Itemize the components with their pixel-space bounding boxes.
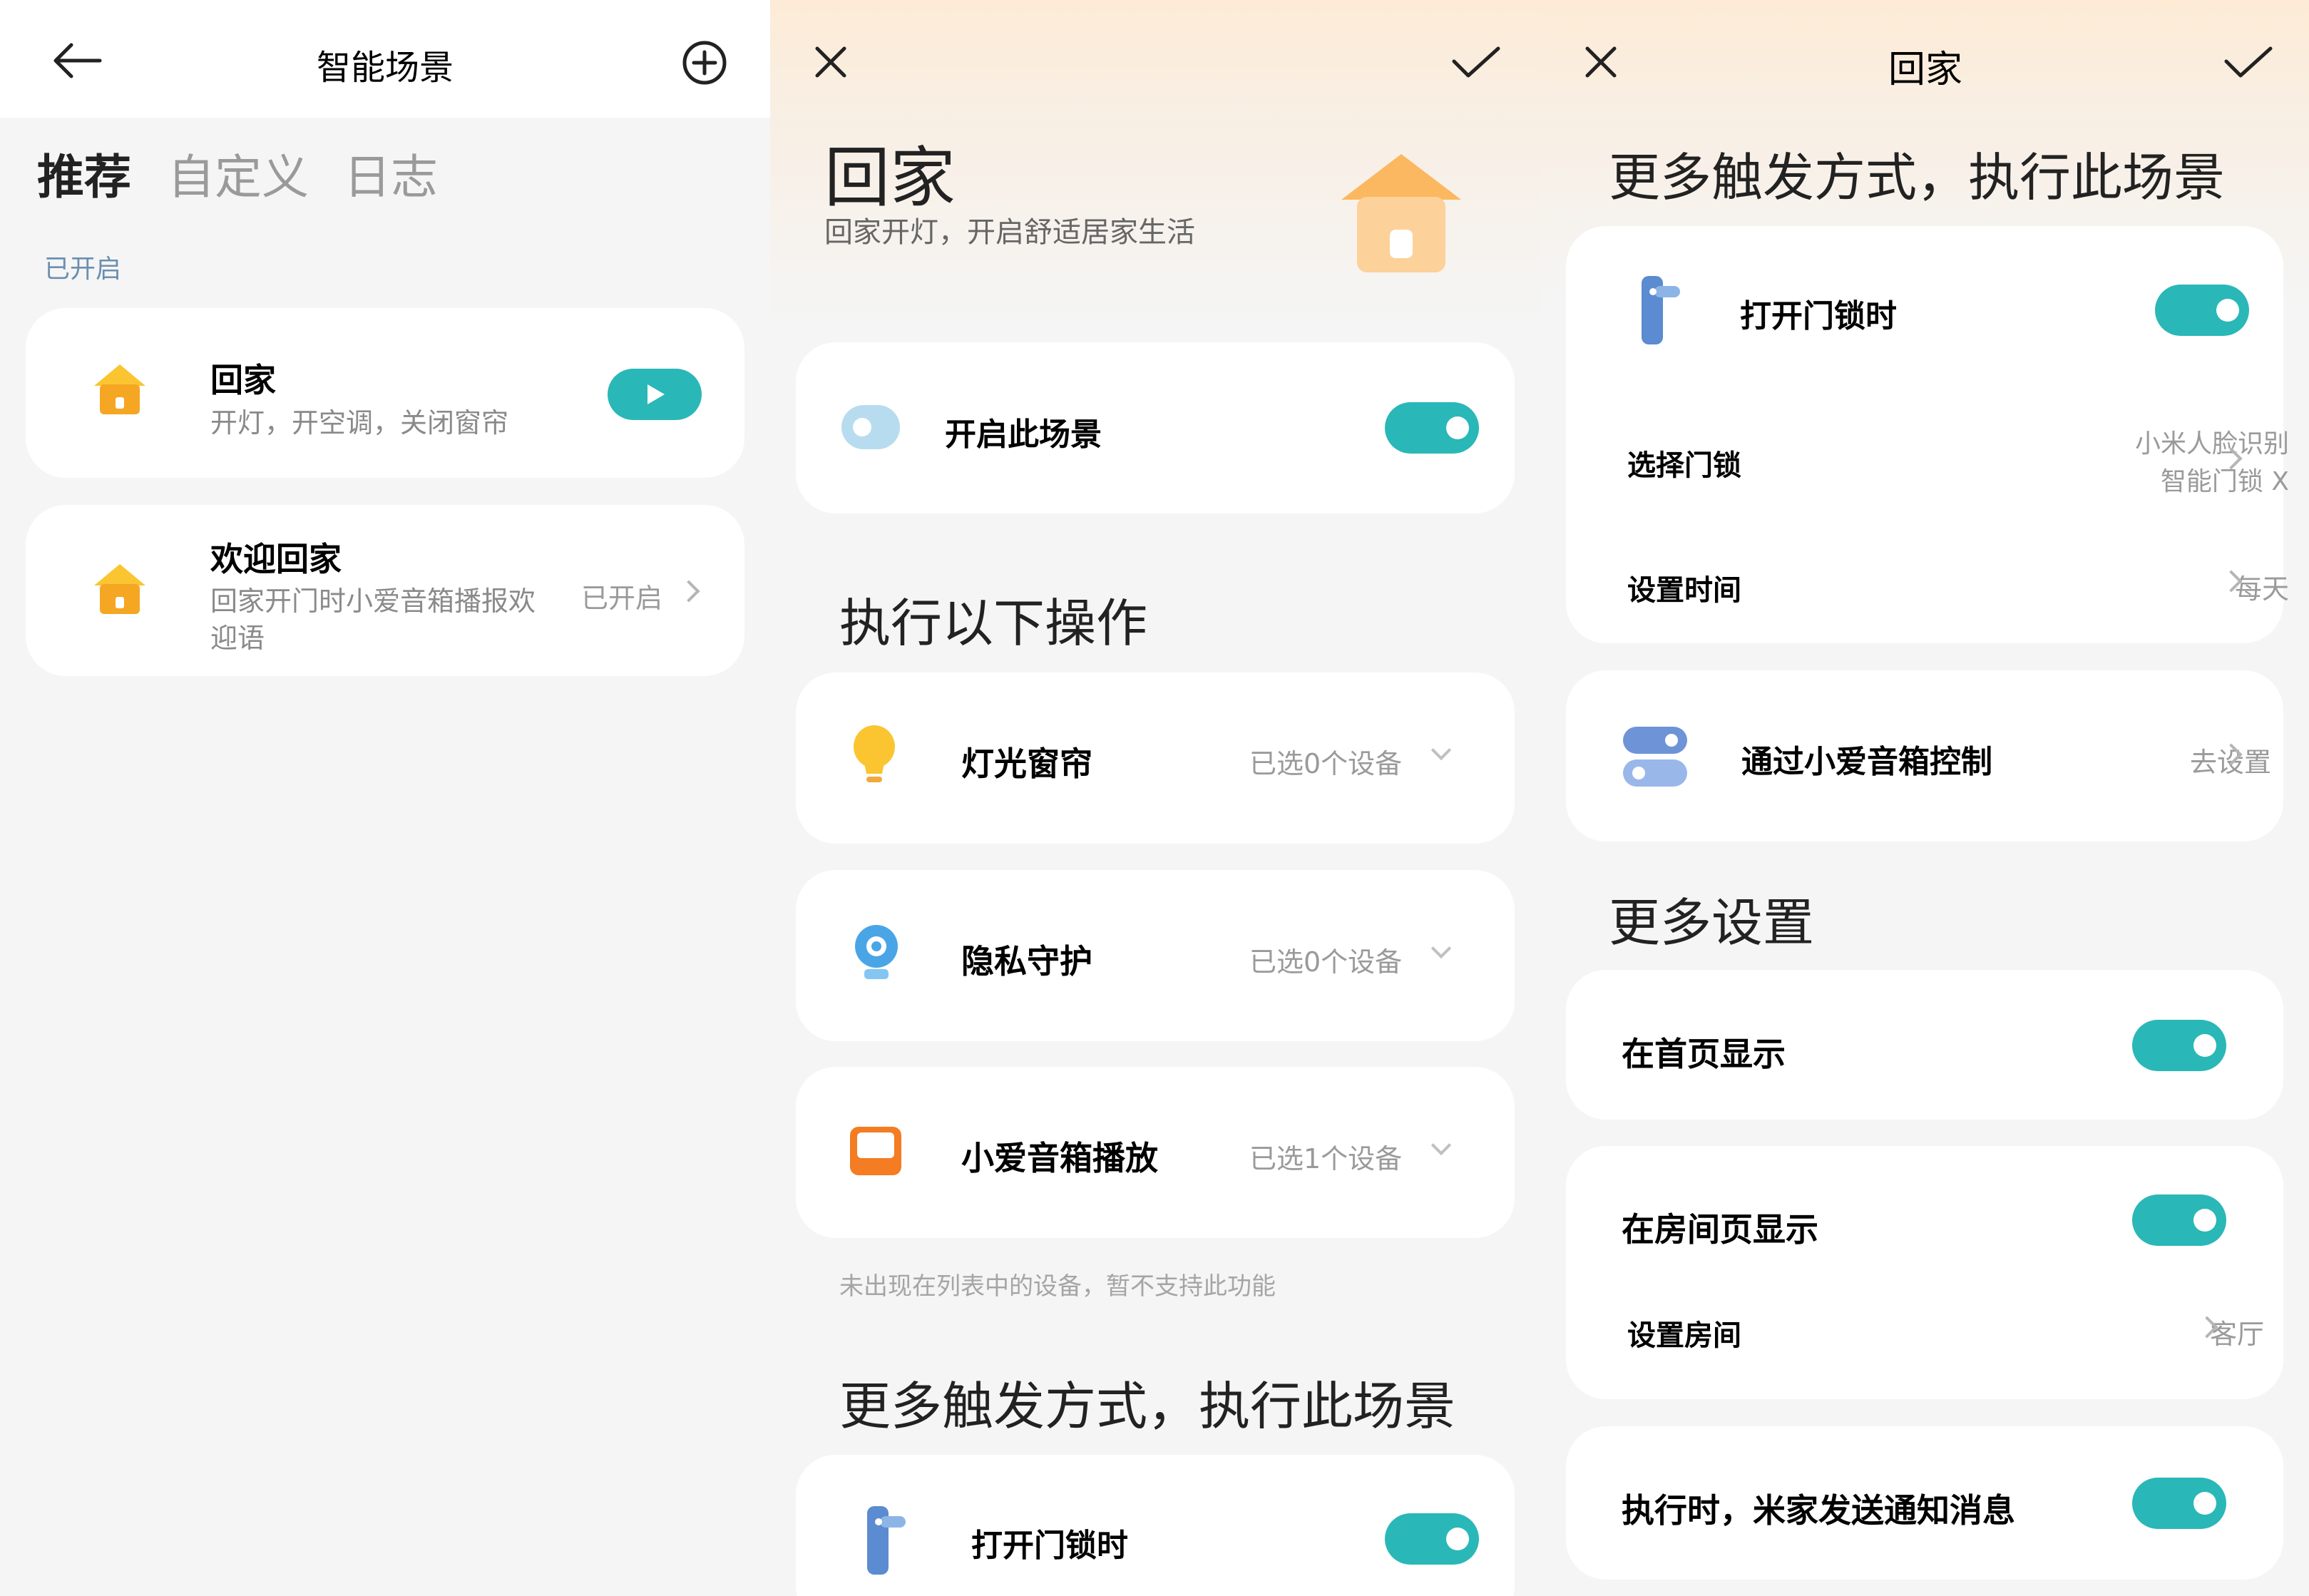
enable-scene-label: 开启此场景 bbox=[945, 416, 1102, 453]
lock-trigger-label: 打开门锁时 bbox=[1740, 298, 1897, 334]
voice-control-value: 去设置 bbox=[2189, 747, 2271, 778]
scene-status: 已开启 bbox=[581, 583, 663, 614]
action-label: 小爱音箱播放 bbox=[961, 1139, 1158, 1177]
enable-scene-toggle[interactable] bbox=[1385, 402, 1479, 454]
large-house-icon bbox=[1337, 150, 1465, 278]
back-arrow-icon[interactable] bbox=[50, 39, 107, 82]
room-display-card bbox=[1566, 1146, 2283, 1399]
page-title: 智能场景 bbox=[316, 48, 454, 88]
action-value: 已选1个设备 bbox=[1249, 1143, 1403, 1175]
scene-toggle-icon bbox=[841, 405, 900, 449]
door-lock-icon bbox=[1639, 275, 1681, 346]
set-room-value: 客厅 bbox=[2209, 1319, 2264, 1350]
more-settings-heading: 更多设置 bbox=[1609, 893, 1815, 953]
page-title: 回家 bbox=[1888, 48, 1962, 91]
select-lock-value-line1: 小米人脸识别 bbox=[2134, 429, 2289, 459]
select-lock-label[interactable]: 选择门锁 bbox=[1627, 442, 1741, 484]
actions-heading: 执行以下操作 bbox=[839, 593, 1148, 653]
scene-desc-line2: 迎语 bbox=[210, 623, 265, 654]
close-icon[interactable] bbox=[813, 44, 849, 80]
house-icon bbox=[91, 560, 148, 617]
set-time-value: 每天 bbox=[2234, 573, 2289, 605]
run-scene-button[interactable] bbox=[608, 369, 702, 420]
notify-toggle[interactable] bbox=[2132, 1478, 2226, 1529]
scene-edit-panel: 回家 回家开灯，开启舒适居家生活 开启此场景 执行以下操作 灯光窗帘 已选0个设… bbox=[770, 0, 1540, 1596]
trigger-label: 打开门锁时 bbox=[971, 1528, 1128, 1564]
set-room-label[interactable]: 设置房间 bbox=[1627, 1312, 1741, 1354]
voice-control-label: 通过小爱音箱控制 bbox=[1741, 744, 1992, 780]
action-card-privacy[interactable] bbox=[796, 870, 1515, 1041]
action-value: 已选0个设备 bbox=[1249, 946, 1403, 978]
room-display-toggle[interactable] bbox=[2132, 1195, 2226, 1246]
section-label: 已开启 bbox=[44, 255, 122, 284]
scene-list-panel: 智能场景 推荐 自定义 日志 已开启 回家 开灯，开空调，关闭窗帘 欢迎回家 回… bbox=[0, 0, 770, 1596]
action-label: 隐私守护 bbox=[961, 942, 1092, 981]
lock-trigger-toggle[interactable] bbox=[2155, 285, 2249, 336]
tab-recommend[interactable]: 推荐 bbox=[37, 139, 131, 208]
door-lock-icon bbox=[864, 1505, 907, 1576]
action-label: 灯光窗帘 bbox=[961, 745, 1092, 783]
home-display-toggle[interactable] bbox=[2132, 1020, 2226, 1071]
speaker-icon bbox=[849, 1125, 903, 1177]
unsupported-note: 未出现在列表中的设备，暂不支持此功能 bbox=[839, 1272, 1276, 1301]
notify-label: 执行时，米家发送通知消息 bbox=[1622, 1491, 2015, 1530]
lock-trigger-toggle[interactable] bbox=[1385, 1513, 1479, 1565]
house-icon bbox=[91, 360, 148, 417]
close-icon[interactable] bbox=[1583, 44, 1619, 80]
scene-title: 欢迎回家 bbox=[210, 540, 342, 578]
set-time-label[interactable]: 设置时间 bbox=[1627, 567, 1741, 608]
scene-subtitle: 回家开灯，开启舒适居家生活 bbox=[824, 216, 1195, 249]
select-lock-value-line2: 智能门锁 X bbox=[2160, 467, 2289, 496]
room-display-label: 在房间页显示 bbox=[1622, 1210, 1818, 1249]
trigger-settings-panel: 回家 更多触发方式，执行此场景 打开门锁时 选择门锁 小米人脸识别 智能门锁 X… bbox=[1540, 0, 2309, 1596]
tab-log[interactable]: 日志 bbox=[344, 139, 438, 208]
scene-title: 回家 bbox=[824, 140, 956, 216]
home-display-label: 在首页显示 bbox=[1622, 1035, 1786, 1073]
light-bulb-icon bbox=[852, 724, 896, 788]
add-scene-icon[interactable] bbox=[681, 39, 728, 86]
scene-title: 回家 bbox=[210, 361, 276, 399]
confirm-check-icon[interactable] bbox=[2223, 44, 2273, 80]
confirm-check-icon[interactable] bbox=[1451, 44, 1501, 80]
voice-control-icon bbox=[1622, 725, 1689, 788]
triggers-heading: 更多触发方式，执行此场景 bbox=[839, 1376, 1456, 1436]
tab-custom[interactable]: 自定义 bbox=[168, 139, 309, 208]
scene-desc: 开灯，开空调，关闭窗帘 bbox=[210, 407, 509, 439]
camera-icon bbox=[854, 922, 898, 986]
scene-desc-line1: 回家开门时小爱音箱播报欢 bbox=[210, 585, 536, 617]
action-value: 已选0个设备 bbox=[1249, 748, 1403, 779]
triggers-heading: 更多触发方式，执行此场景 bbox=[1609, 148, 2226, 208]
action-card-lights[interactable] bbox=[796, 672, 1515, 844]
play-icon bbox=[647, 384, 665, 404]
